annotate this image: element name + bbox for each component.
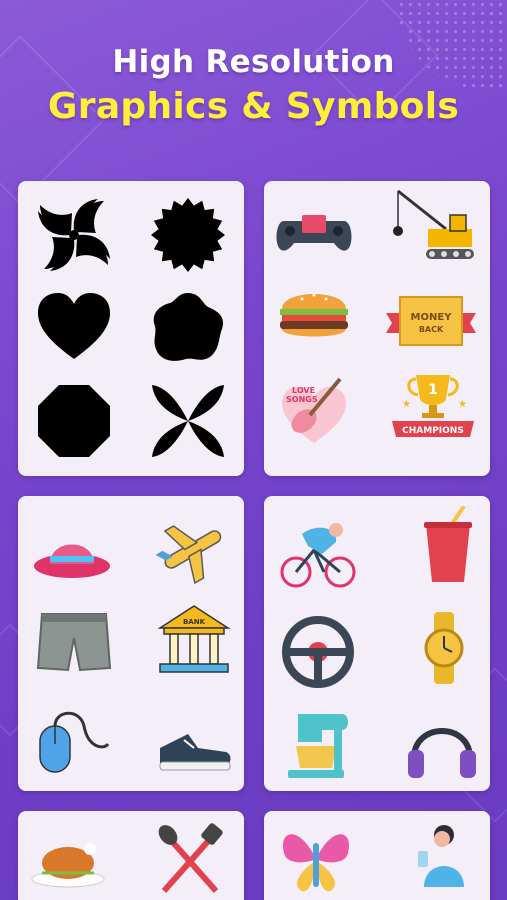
blob-flower-shape-icon[interactable] (148, 287, 228, 367)
starburst-shape-icon[interactable] (148, 195, 228, 275)
svg-text:MONEY: MONEY (411, 312, 453, 323)
shorts-icon[interactable] (34, 604, 114, 684)
four-petal-shape-icon[interactable] (148, 381, 228, 461)
cyclist-icon[interactable] (278, 514, 358, 594)
soda-cup-icon[interactable] (408, 506, 488, 586)
stickers-card-5 (264, 811, 490, 900)
person-drinking-icon[interactable] (400, 817, 480, 897)
stickers-card-2: BANK (18, 496, 244, 791)
computer-mouse-icon[interactable] (32, 704, 112, 784)
champions-trophy-icon[interactable]: 1 CHAMPIONS ★ ★ (388, 369, 478, 443)
love-songs-guitar-icon[interactable]: LOVE SONGS (274, 371, 354, 451)
airplane-icon[interactable] (152, 510, 232, 590)
octagon-shape-icon[interactable] (34, 381, 114, 461)
heart-shape-icon[interactable] (34, 287, 114, 367)
svg-text:SONGS: SONGS (286, 395, 318, 404)
title-line-1: High Resolution (112, 44, 395, 80)
svg-text:LOVE: LOVE (292, 386, 315, 395)
svg-text:1: 1 (428, 382, 438, 398)
butterfly-icon[interactable] (276, 819, 356, 899)
svg-text:BANK: BANK (183, 618, 206, 626)
stand-mixer-icon[interactable] (278, 706, 358, 786)
svg-text:BACK: BACK (419, 325, 444, 334)
sun-hat-icon[interactable] (32, 516, 112, 596)
roast-turkey-icon[interactable] (28, 819, 108, 899)
sneaker-icon[interactable] (154, 708, 234, 788)
money-back-badge-icon[interactable]: MONEY BACK (386, 291, 476, 351)
svg-text:CHAMPIONS: CHAMPIONS (402, 426, 464, 436)
spatula-spoon-icon[interactable] (150, 819, 230, 899)
pinwheel-shape-icon[interactable] (34, 195, 114, 275)
title-line-2: Graphics & Symbols (47, 86, 460, 127)
svg-text:★: ★ (458, 399, 467, 410)
crane-truck-icon[interactable] (388, 185, 478, 269)
headphones-icon[interactable] (402, 708, 482, 788)
burger-icon[interactable] (274, 273, 354, 353)
wrist-watch-icon[interactable] (404, 608, 484, 688)
shapes-card (18, 181, 244, 476)
game-controller-icon[interactable] (274, 195, 354, 275)
stickers-card-4 (18, 811, 244, 900)
bank-building-icon[interactable]: BANK (154, 600, 234, 680)
stickers-card-1: MONEY BACK LOVE SONGS 1 CHAMPIONS ★ ★ (264, 181, 490, 476)
steering-wheel-icon[interactable] (278, 612, 358, 692)
stickers-card-3 (264, 496, 490, 791)
svg-text:★: ★ (402, 399, 411, 410)
